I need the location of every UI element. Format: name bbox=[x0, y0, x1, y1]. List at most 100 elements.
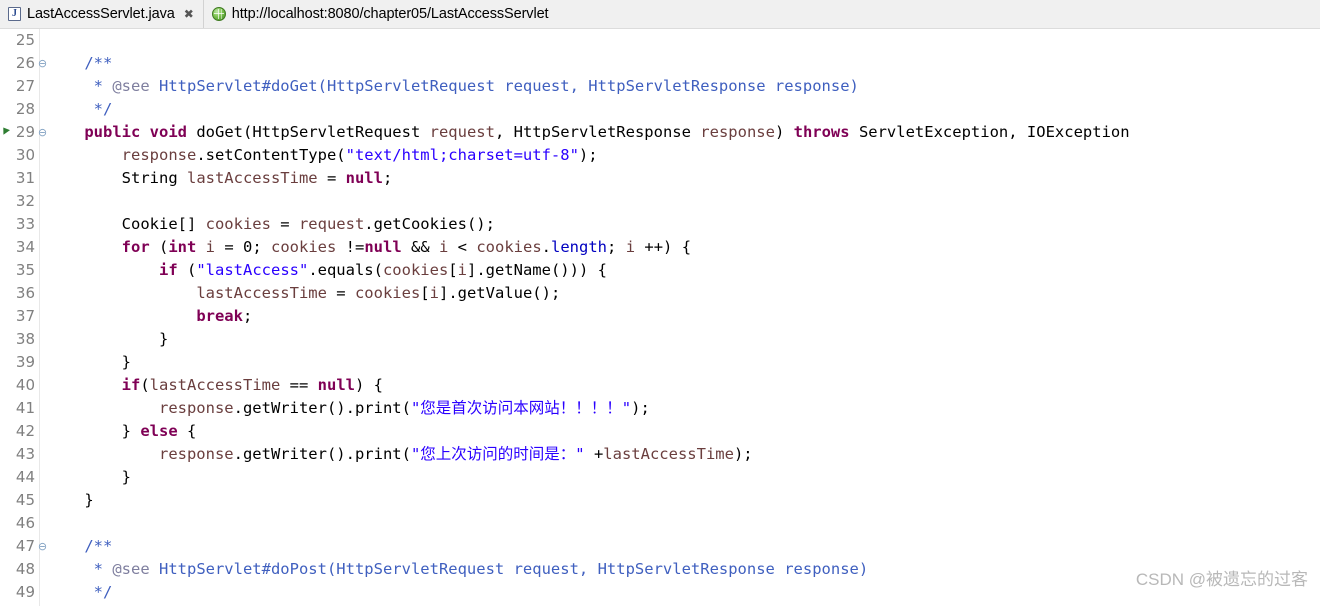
line-number: 37 bbox=[0, 305, 39, 328]
code-line[interactable]: } bbox=[41, 489, 1320, 512]
line-number: 45 bbox=[0, 489, 39, 512]
code-token: if bbox=[158, 261, 178, 279]
line-number: 28 bbox=[0, 98, 39, 121]
code-token: } bbox=[47, 491, 94, 509]
code-line[interactable]: Cookie[] cookies = request.getCookies(); bbox=[41, 213, 1320, 236]
code-token: ; bbox=[242, 307, 253, 325]
code-line[interactable]: */ bbox=[41, 581, 1320, 604]
code-line[interactable]: } bbox=[41, 466, 1320, 489]
code-token: ; bbox=[382, 169, 393, 187]
close-icon[interactable]: ✖ bbox=[184, 8, 194, 20]
code-token: ServletException, IOException bbox=[849, 123, 1130, 141]
tab-java-file[interactable]: LastAccessServlet.java ✖ bbox=[0, 0, 203, 28]
line-number-label: 44 bbox=[15, 468, 35, 486]
code-token: i bbox=[457, 261, 467, 279]
code-token: } bbox=[47, 468, 131, 486]
code-line[interactable] bbox=[41, 29, 1320, 52]
code-token: @see bbox=[112, 77, 150, 95]
code-token: } bbox=[47, 330, 169, 348]
code-token: /** bbox=[84, 537, 113, 555]
code-line[interactable]: * @see HttpServlet#doPost(HttpServletReq… bbox=[41, 558, 1320, 581]
code-token: lastAccessTime bbox=[186, 169, 318, 187]
line-number-gutter[interactable]: 25 26 ⊖ 27 28 29 ⊖ 30 31 32 33 34 35 36 37 38 39 40 41 42 43… bbox=[0, 29, 47, 606]
code-token: "您上次访问的时间是：" bbox=[410, 445, 585, 463]
tab-label: http://localhost:8080/chapter05/LastAcce… bbox=[231, 6, 549, 22]
code-text-area[interactable]: /** * @see HttpServlet#doGet(HttpServlet… bbox=[41, 29, 1320, 606]
code-token: response bbox=[121, 146, 197, 164]
code-line[interactable]: if ("lastAccess".equals(cookies[i].getNa… bbox=[41, 259, 1320, 282]
line-number-label: 41 bbox=[15, 399, 35, 417]
line-number-label: 30 bbox=[15, 146, 35, 164]
tab-browser[interactable]: http://localhost:8080/chapter05/LastAcce… bbox=[202, 0, 558, 28]
code-token: else bbox=[140, 422, 178, 440]
code-line[interactable]: response.getWriter().print("您是首次访问本网站！！！… bbox=[41, 397, 1320, 420]
code-line[interactable]: * @see HttpServlet#doGet(HttpServletRequ… bbox=[41, 75, 1320, 98]
line-number-label: 26 bbox=[15, 54, 35, 72]
line-number: 42 bbox=[0, 420, 39, 443]
code-token: .getCookies(); bbox=[364, 215, 495, 233]
code-token: "text/html;charset=utf-8" bbox=[345, 146, 579, 164]
line-number: 31 bbox=[0, 167, 39, 190]
line-number: 46 bbox=[0, 512, 39, 535]
code-line[interactable]: public void doGet(HttpServletRequest req… bbox=[41, 121, 1320, 144]
code-token: ); bbox=[578, 146, 598, 164]
code-token: .equals( bbox=[308, 261, 383, 279]
code-line[interactable]: break; bbox=[41, 305, 1320, 328]
line-number-label: 45 bbox=[15, 491, 35, 509]
line-number-label: 39 bbox=[15, 353, 35, 371]
line-number: 39 bbox=[0, 351, 39, 374]
code-token: ) { bbox=[354, 376, 383, 394]
line-number-label: 46 bbox=[15, 514, 35, 532]
override-marker-icon bbox=[0, 125, 10, 135]
line-number-label: 48 bbox=[15, 560, 35, 578]
code-line[interactable]: } bbox=[41, 351, 1320, 374]
code-token: [ bbox=[420, 284, 430, 302]
line-number: 33 bbox=[0, 213, 39, 236]
code-token: String bbox=[47, 169, 187, 187]
line-number: 36 bbox=[0, 282, 39, 305]
code-token: null bbox=[317, 376, 355, 394]
editor-pane[interactable]: 25 26 ⊖ 27 28 29 ⊖ 30 31 32 33 34 35 36 37 38 39 40 41 42 43… bbox=[0, 29, 1320, 606]
code-token: } bbox=[47, 422, 141, 440]
code-token: response bbox=[158, 445, 234, 463]
code-line[interactable] bbox=[41, 190, 1320, 213]
line-number-label: 31 bbox=[15, 169, 35, 187]
code-line[interactable] bbox=[41, 512, 1320, 535]
code-line[interactable]: lastAccessTime = cookies[i].getValue(); bbox=[41, 282, 1320, 305]
code-line[interactable]: } bbox=[41, 328, 1320, 351]
code-token: cookies bbox=[354, 284, 421, 302]
code-token: i bbox=[429, 284, 439, 302]
code-line[interactable]: for (int i = 0; cookies !=null && i < co… bbox=[41, 236, 1320, 259]
line-number-label: 43 bbox=[15, 445, 35, 463]
code-line[interactable]: String lastAccessTime = null; bbox=[41, 167, 1320, 190]
code-line[interactable]: */ bbox=[41, 98, 1320, 121]
code-line[interactable]: response.setContentType("text/html;chars… bbox=[41, 144, 1320, 167]
code-token: [ bbox=[448, 261, 458, 279]
code-token: ( bbox=[177, 261, 197, 279]
code-token: . bbox=[541, 238, 552, 256]
code-line[interactable]: if(lastAccessTime == null) { bbox=[41, 374, 1320, 397]
java-file-icon bbox=[8, 7, 21, 21]
code-line[interactable]: } else { bbox=[41, 420, 1320, 443]
code-token: && bbox=[401, 238, 439, 256]
code-line[interactable]: /** bbox=[41, 52, 1320, 75]
code-token: void bbox=[149, 123, 187, 141]
line-number-label: 47 bbox=[15, 537, 35, 555]
code-token: HttpServlet#doPost(HttpServletRequest re… bbox=[149, 560, 869, 578]
code-token: /** bbox=[84, 54, 113, 72]
code-token: cookies bbox=[382, 261, 449, 279]
line-number-label: 38 bbox=[15, 330, 35, 348]
line-number-label: 32 bbox=[15, 192, 35, 210]
code-token: null bbox=[364, 238, 402, 256]
code-line[interactable]: response.getWriter().print("您上次访问的时间是：" … bbox=[41, 443, 1320, 466]
code-token: < bbox=[448, 238, 477, 256]
globe-icon bbox=[211, 7, 226, 21]
code-token: public bbox=[84, 123, 141, 141]
code-line[interactable]: /** bbox=[41, 535, 1320, 558]
